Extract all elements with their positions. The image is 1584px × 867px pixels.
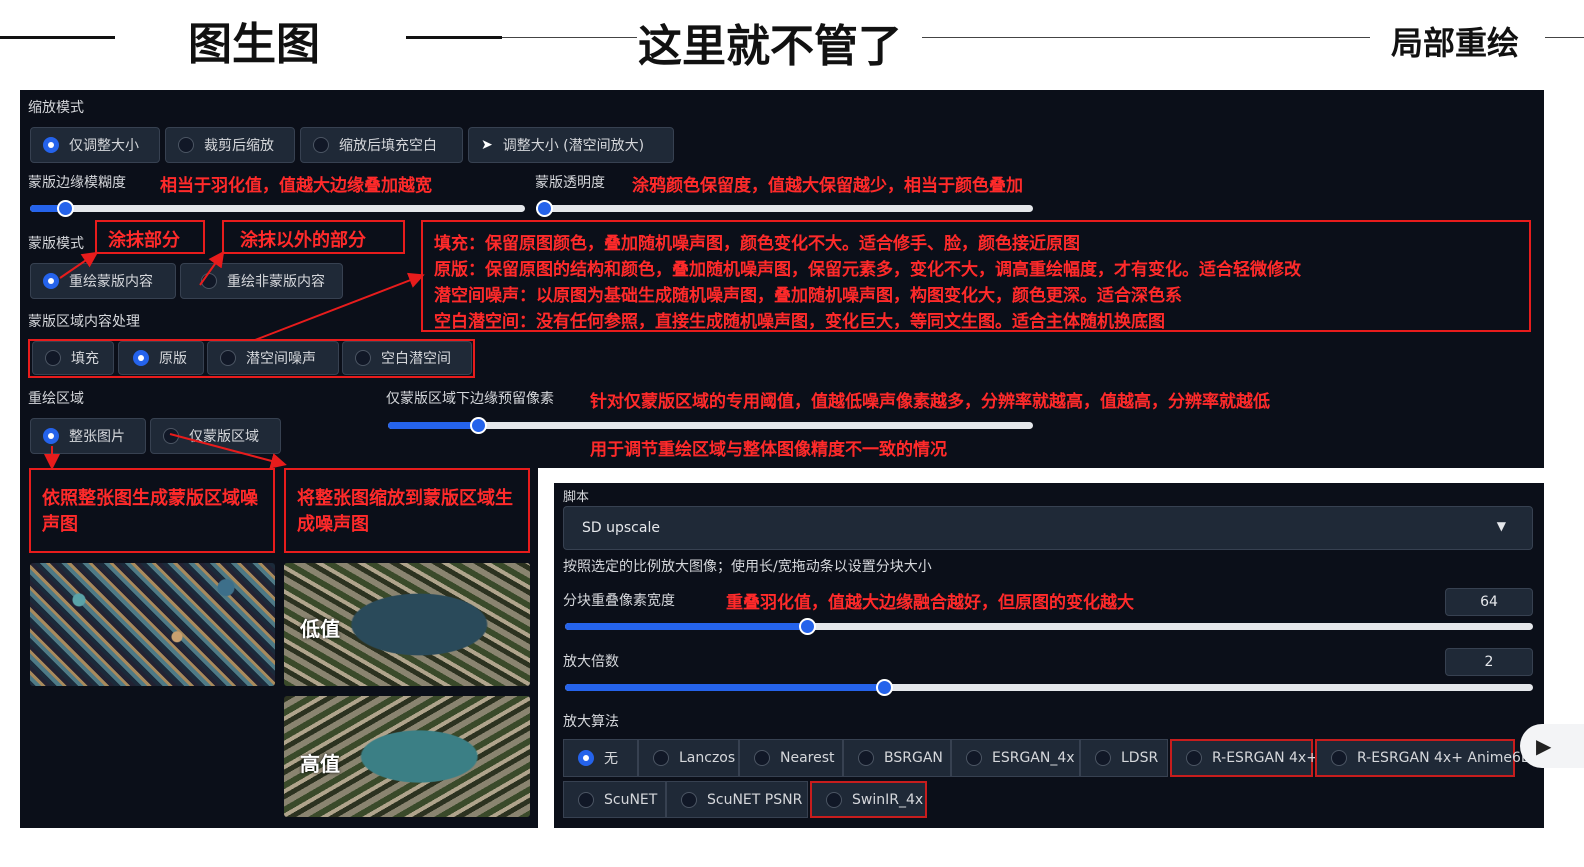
upscaler-scunet[interactable]: ScuNET (563, 781, 666, 818)
video-play-button[interactable]: ▶ (1520, 724, 1584, 768)
slider-fill (565, 623, 807, 630)
example-image-low: 低值 (284, 563, 530, 686)
scale-factor-slider[interactable] (565, 679, 1533, 696)
script-select-value: SD upscale (582, 520, 660, 536)
radio-dot-icon (681, 791, 697, 808)
slider-thumb[interactable] (799, 618, 816, 635)
radio-dot-icon (754, 750, 770, 766)
script-label: 脚本 (563, 490, 590, 505)
arrow-mask-only (169, 433, 287, 469)
radio-dot-icon (1095, 750, 1111, 766)
upscaler-esrgan-4x[interactable]: ESRGAN_4x (951, 739, 1080, 777)
radio-dot-icon (578, 750, 594, 766)
tile-overlap-slider[interactable] (565, 618, 1533, 635)
upscaler-nearest[interactable]: Nearest (739, 739, 843, 777)
slider-fill (565, 684, 885, 691)
script-description: 按照选定的比例放大图像；使用长/宽拖动条以设置分块大小 (563, 559, 932, 575)
upscaler-bsrgan[interactable]: BSRGAN (843, 739, 951, 777)
radio-dot-icon (966, 750, 982, 766)
low-value-label: 低值 (300, 617, 340, 641)
upscaler-r-esrgan-4x-plus[interactable]: R-ESRGAN 4x+ (1170, 739, 1318, 777)
note-whole-picture: 依照整张图生成蒙版区域噪声图 (42, 488, 258, 535)
upscaler-ldsr[interactable]: LDSR (1080, 739, 1168, 777)
tile-overlap-label: 分块重叠像素宽度 (563, 593, 675, 609)
example-image-high: 高值 (284, 696, 530, 817)
upscaler-scunet-psnr[interactable]: ScuNET PSNR (666, 781, 808, 818)
radio-dot-icon (826, 791, 842, 808)
arrow-painted (59, 251, 99, 279)
radio-dot-icon (578, 791, 594, 808)
upscaler-r-esrgan-4x-plus-anime6b[interactable]: R-ESRGAN 4x+ Anime6B (1315, 739, 1531, 777)
radio-dot-icon (1331, 750, 1347, 766)
upscaler-label: 放大算法 (563, 714, 619, 730)
note-only-masked: 将整张图缩放到蒙版区域生成噪声图 (297, 488, 513, 535)
scale-factor-input[interactable]: 2 (1445, 648, 1533, 676)
tile-overlap-annotation: 重叠羽化值，值越大边缘融合越好，但原图的变化越大 (726, 593, 1134, 613)
scale-factor-label: 放大倍数 (563, 654, 619, 670)
high-value-label: 高值 (300, 752, 340, 776)
upscaler-swinir-4x[interactable]: SwinIR_4x (810, 781, 927, 818)
script-select[interactable]: SD upscale ▼ (563, 506, 1533, 550)
example-image-whole-noise (30, 563, 275, 686)
radio-dot-icon (858, 750, 874, 766)
upscaler-lanczos[interactable]: Lanczos (638, 739, 739, 777)
radio-dot-icon (653, 750, 669, 766)
radio-dot-icon (1186, 750, 1202, 766)
arrow-notes (254, 272, 425, 341)
arrow-unpainted (199, 250, 225, 286)
upscaler-none[interactable]: 无 (563, 739, 638, 777)
play-icon: ▶ (1536, 734, 1552, 758)
tile-overlap-input[interactable]: 64 (1445, 588, 1533, 616)
chevron-down-icon: ▼ (1496, 519, 1506, 533)
